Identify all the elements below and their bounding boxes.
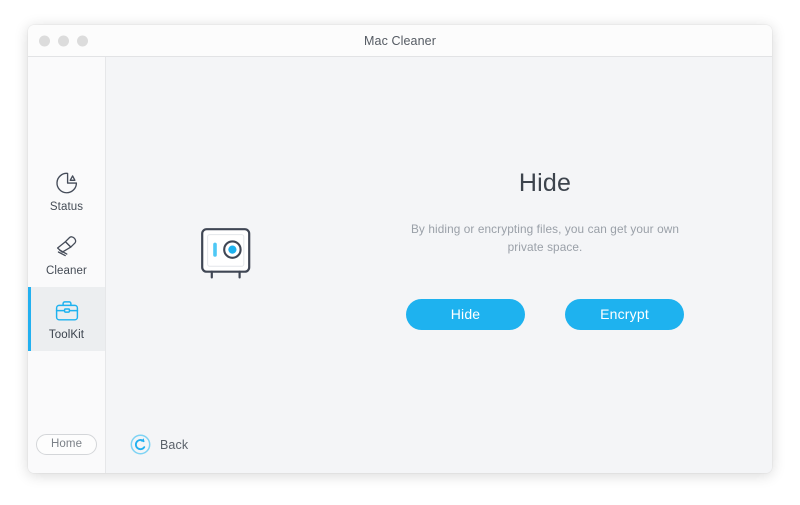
window-body: Status Cleaner ToolKit Home Hide By hidi…: [28, 57, 772, 473]
window-titlebar: Mac Cleaner: [28, 25, 772, 57]
hide-button[interactable]: Hide: [406, 298, 525, 330]
sidebar-item-label-status: Status: [49, 200, 84, 213]
hero-text-column: Hide By hiding or encrypting files, you …: [346, 169, 772, 330]
brush-icon: [54, 234, 80, 260]
safe-vault-icon: [200, 227, 252, 286]
briefcase-icon: [54, 298, 80, 324]
home-button[interactable]: Home: [36, 434, 98, 455]
page-title: Hide: [518, 169, 572, 197]
sidebar: Status Cleaner ToolKit Home: [28, 57, 106, 473]
home-button-container: Home: [28, 434, 105, 473]
back-label: Back: [160, 437, 189, 452]
sidebar-item-toolkit[interactable]: ToolKit: [28, 287, 105, 351]
action-button-row: Hide Encrypt: [346, 298, 744, 330]
traffic-light-group: [39, 35, 88, 46]
illustration-container: [106, 169, 346, 286]
sidebar-item-label-toolkit: ToolKit: [48, 328, 85, 341]
window-title: Mac Cleaner: [364, 33, 436, 48]
minimize-button[interactable]: [58, 35, 69, 46]
hero-section: Hide By hiding or encrypting files, you …: [106, 169, 772, 330]
sidebar-item-cleaner[interactable]: Cleaner: [28, 223, 105, 287]
back-circle-arrow-icon: [130, 434, 151, 455]
zoom-button[interactable]: [77, 35, 88, 46]
pie-chart-icon: [54, 170, 80, 196]
app-window: Mac Cleaner Status Cleaner ToolKit Home …: [28, 25, 772, 473]
encrypt-button[interactable]: Encrypt: [565, 298, 684, 330]
page-description: By hiding or encrypting files, you can g…: [410, 222, 680, 255]
main-content: Hide By hiding or encrypting files, you …: [106, 57, 772, 473]
back-link[interactable]: Back: [130, 434, 188, 455]
sidebar-item-status[interactable]: Status: [28, 159, 105, 223]
sidebar-item-label-cleaner: Cleaner: [46, 264, 87, 277]
close-button[interactable]: [39, 35, 50, 46]
